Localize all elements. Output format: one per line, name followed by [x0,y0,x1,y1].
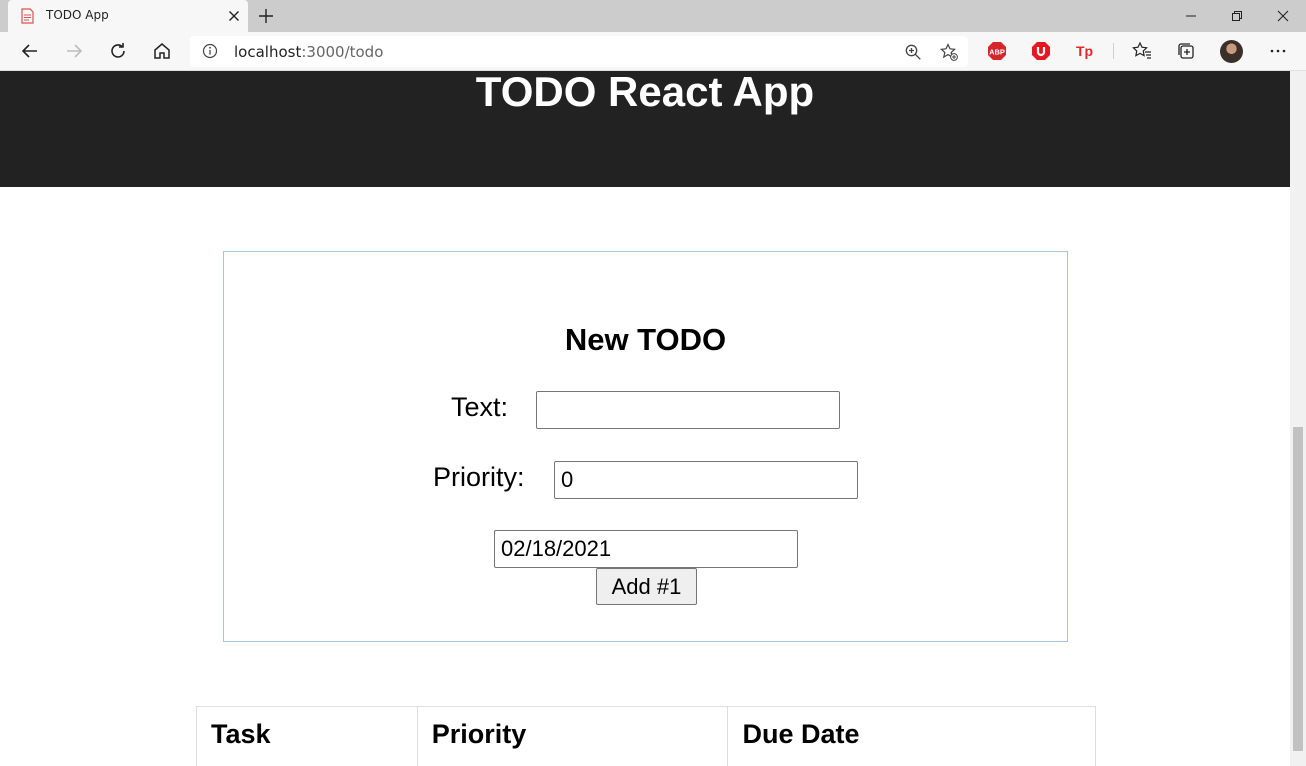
priority-label: Priority: [433,462,525,492]
abp-icon[interactable]: ABP [987,41,1007,61]
app-header: TODO React App [0,71,1290,187]
back-button[interactable] [18,39,42,63]
info-icon[interactable] [202,43,218,59]
tab-title: TODO App [46,8,109,22]
forward-arrow-icon [67,44,83,58]
page-icon [21,8,34,24]
minimize-icon [1186,15,1196,17]
favorites-icon [1132,41,1151,59]
collections-icon [1178,43,1194,59]
back-arrow-icon [21,44,37,58]
home-icon [154,43,170,59]
address-bar[interactable]: localhost:3000/todo [190,36,968,67]
ellipsis-icon [1270,49,1286,53]
svg-text:Tp: Tp [1076,43,1093,59]
url-path: :3000/todo [301,43,384,61]
page-viewport: TODO React App New TODO Text: Priority: … [0,71,1290,766]
due-date-input[interactable] [494,530,798,568]
home-button[interactable] [150,39,174,63]
ublock-shield-icon [1032,42,1050,60]
restore-icon [1232,11,1242,21]
window-close-button[interactable] [1260,0,1306,32]
scrollbar-thumb[interactable] [1293,427,1303,751]
window-close-icon [1277,10,1289,22]
todo-table: Task Priority Due Date [196,706,1096,766]
app-title: TODO React App [475,71,815,115]
table-header-row: Task Priority Due Date [196,706,1096,766]
url-host: localhost [234,43,302,61]
svg-text:ABP: ABP [989,47,1005,56]
forward-button[interactable] [62,39,86,63]
refresh-button[interactable] [106,39,130,63]
collections-button[interactable] [1176,41,1196,61]
browser-toolbar: localhost:3000/todo ABP Tp [0,32,1306,71]
add-todo-button[interactable]: Add #1 [596,568,697,605]
minimize-button[interactable] [1168,0,1214,32]
zoom-icon[interactable] [904,43,922,61]
add-favorite-icon[interactable] [940,43,958,61]
new-tab-icon[interactable] [257,7,275,25]
url-text: localhost:3000/todo [234,43,383,61]
column-header-priority[interactable]: Priority [416,706,729,766]
column-header-due-date[interactable]: Due Date [727,706,1096,766]
restore-button[interactable] [1214,0,1260,32]
tp-icon[interactable]: Tp [1075,41,1095,61]
tp-logo-icon: Tp [1076,43,1093,59]
toolbar-separator [1113,43,1114,59]
page-scrollbar[interactable] [1290,71,1306,766]
priority-input[interactable] [554,461,858,499]
close-icon[interactable] [226,8,242,24]
text-label: Text: [451,392,509,422]
new-todo-form: New TODO Text: Priority: Add #1 [223,251,1068,642]
text-input[interactable] [536,391,840,429]
column-header-task[interactable]: Task [196,706,418,766]
ublock-icon[interactable] [1031,41,1051,61]
more-menu-button[interactable] [1268,41,1288,61]
abp-octagon-icon: ABP [988,42,1006,60]
favorites-button[interactable] [1132,41,1152,61]
profile-avatar[interactable] [1220,40,1243,63]
refresh-icon [111,43,125,58]
browser-tab[interactable]: TODO App [8,0,248,32]
tab-strip: TODO App [0,0,1306,32]
form-title: New TODO [564,322,727,357]
